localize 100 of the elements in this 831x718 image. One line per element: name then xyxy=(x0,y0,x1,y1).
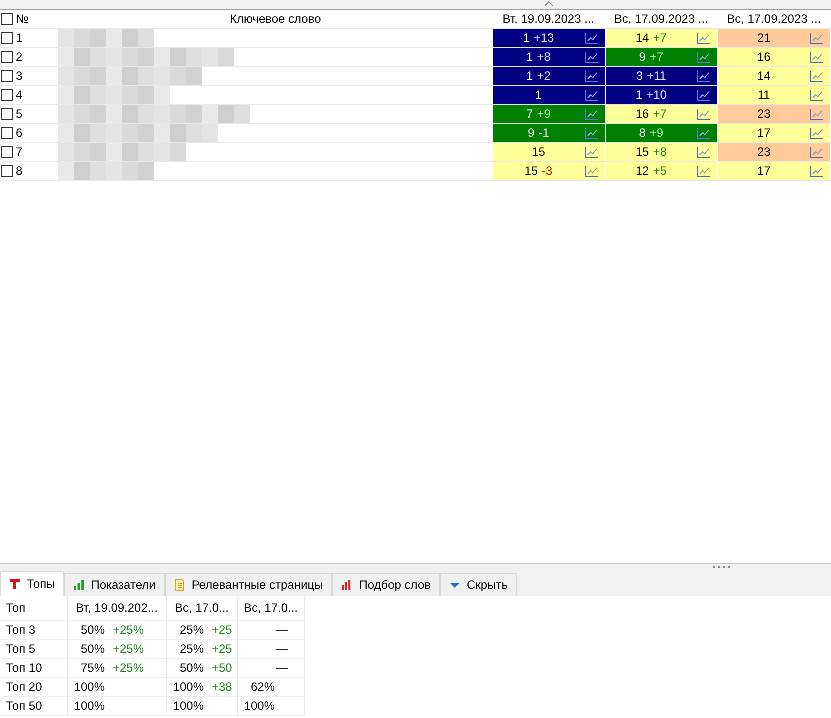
chart-icon[interactable] xyxy=(697,32,712,44)
position-value: 23 xyxy=(757,145,771,159)
row-checkbox[interactable] xyxy=(1,89,13,101)
position-change: +10 xyxy=(646,88,667,102)
row-checkbox[interactable] xyxy=(1,70,13,82)
percent-change: +25% xyxy=(113,623,144,637)
splitter-grip-icon[interactable] xyxy=(712,565,730,569)
percent-change: +25 xyxy=(212,623,232,637)
chart-icon[interactable] xyxy=(697,70,712,82)
position-value: 15 xyxy=(532,145,546,159)
letter-t-icon xyxy=(9,578,21,590)
chart-icon[interactable] xyxy=(584,50,599,64)
position-value: 8 xyxy=(639,126,646,140)
percent-value: 50% xyxy=(178,661,204,675)
bar-chart-icon xyxy=(73,579,86,591)
position-value: 9 xyxy=(528,126,535,140)
row-number: 4 xyxy=(16,88,23,102)
percent-change: +25 xyxy=(212,642,232,656)
chart-icon[interactable] xyxy=(810,164,824,178)
position-value: 1 xyxy=(526,69,534,83)
chart-icon[interactable] xyxy=(584,164,599,178)
position-value: 1 xyxy=(636,88,643,102)
column-header[interactable]: Вс, 17.0... xyxy=(244,601,298,615)
position-change: -3 xyxy=(542,164,553,178)
row-number: 1 xyxy=(16,31,23,45)
position-value: 1 xyxy=(535,88,542,102)
tab[interactable]: Подбор слов xyxy=(332,573,440,596)
chart-icon[interactable] xyxy=(697,164,712,178)
column-header[interactable]: Ключевое слово xyxy=(58,12,493,26)
percent-value: 50% xyxy=(80,642,105,656)
percent-value: — xyxy=(275,661,288,675)
column-header[interactable]: Вт, 19.09.202... xyxy=(76,601,158,615)
percent-value: 100% xyxy=(172,699,204,713)
chart-icon[interactable] xyxy=(584,70,599,82)
column-header[interactable]: Вт, 19.09.2023 ... xyxy=(492,12,605,26)
column-header[interactable]: Топ xyxy=(6,601,26,615)
position-change: +2 xyxy=(537,69,551,83)
position-value: 17 xyxy=(757,164,771,178)
position-value: 23 xyxy=(757,107,771,121)
row-checkbox[interactable] xyxy=(1,165,13,177)
column-header[interactable]: Вс, 17.0... xyxy=(174,601,230,615)
row-label: Топ 5 xyxy=(6,642,36,656)
row-number: 6 xyxy=(16,126,23,140)
position-change: +8 xyxy=(653,145,667,159)
position-change: +13 xyxy=(534,31,554,45)
row-checkbox[interactable] xyxy=(1,108,13,120)
row-number: 7 xyxy=(16,145,23,159)
percent-value: 100% xyxy=(73,680,105,694)
percent-value: 100% xyxy=(73,699,105,713)
tab[interactable]: Релевантные страницы xyxy=(164,573,332,596)
position-value: 17 xyxy=(757,126,771,140)
chart-icon[interactable] xyxy=(810,126,824,140)
position-value: 15 xyxy=(524,164,538,178)
percent-value: 50% xyxy=(80,623,105,637)
position-value: 15 xyxy=(636,145,650,159)
tab[interactable]: Показатели xyxy=(64,573,165,596)
tab[interactable]: Скрыть xyxy=(440,573,517,596)
chart-icon[interactable] xyxy=(697,88,712,102)
bar-chart-icon xyxy=(341,579,354,591)
position-change: +9 xyxy=(650,126,664,140)
percent-value: 100% xyxy=(172,680,204,694)
percent-change: +25% xyxy=(113,661,144,675)
row-label: Топ 20 xyxy=(6,680,42,694)
position-value: 21 xyxy=(757,31,771,45)
column-header[interactable]: № xyxy=(16,12,29,26)
row-label: Топ 3 xyxy=(6,623,36,637)
chart-icon[interactable] xyxy=(697,108,712,120)
chart-icon[interactable] xyxy=(810,88,824,102)
tab[interactable]: Топы xyxy=(0,571,64,596)
select-all-checkbox[interactable] xyxy=(1,13,13,25)
chart-icon[interactable] xyxy=(697,146,712,158)
row-checkbox[interactable] xyxy=(1,32,13,44)
percent-value: — xyxy=(275,623,288,637)
position-value: 1 xyxy=(526,50,534,64)
chart-icon[interactable] xyxy=(810,70,824,82)
percent-value: 100% xyxy=(243,699,275,713)
column-header[interactable]: Вс, 17.09.2023 ... xyxy=(606,12,718,26)
row-label: Топ 50 xyxy=(6,699,42,713)
chart-icon[interactable] xyxy=(584,146,599,158)
chart-icon[interactable] xyxy=(584,88,599,102)
chart-icon[interactable] xyxy=(584,32,599,44)
position-change: +5 xyxy=(653,164,667,178)
row-checkbox[interactable] xyxy=(1,51,13,63)
row-checkbox[interactable] xyxy=(1,127,13,139)
chart-icon[interactable] xyxy=(810,50,824,64)
position-value: 7 xyxy=(526,107,534,121)
position-value: 3 xyxy=(636,69,643,83)
position-change: +8 xyxy=(537,50,551,64)
position-value: 11 xyxy=(758,88,770,102)
row-label: Топ 10 xyxy=(6,661,42,675)
chart-icon[interactable] xyxy=(810,108,824,120)
percent-change: +38 xyxy=(212,680,232,694)
row-number: 2 xyxy=(16,50,23,64)
column-header[interactable]: Вс, 17.09.2023 ... xyxy=(718,12,830,26)
document-icon xyxy=(174,579,186,591)
chart-icon[interactable] xyxy=(810,146,824,158)
position-value: 14 xyxy=(757,69,771,83)
row-checkbox[interactable] xyxy=(1,146,13,158)
percent-change: +25% xyxy=(113,642,144,656)
chart-icon[interactable] xyxy=(810,32,824,44)
